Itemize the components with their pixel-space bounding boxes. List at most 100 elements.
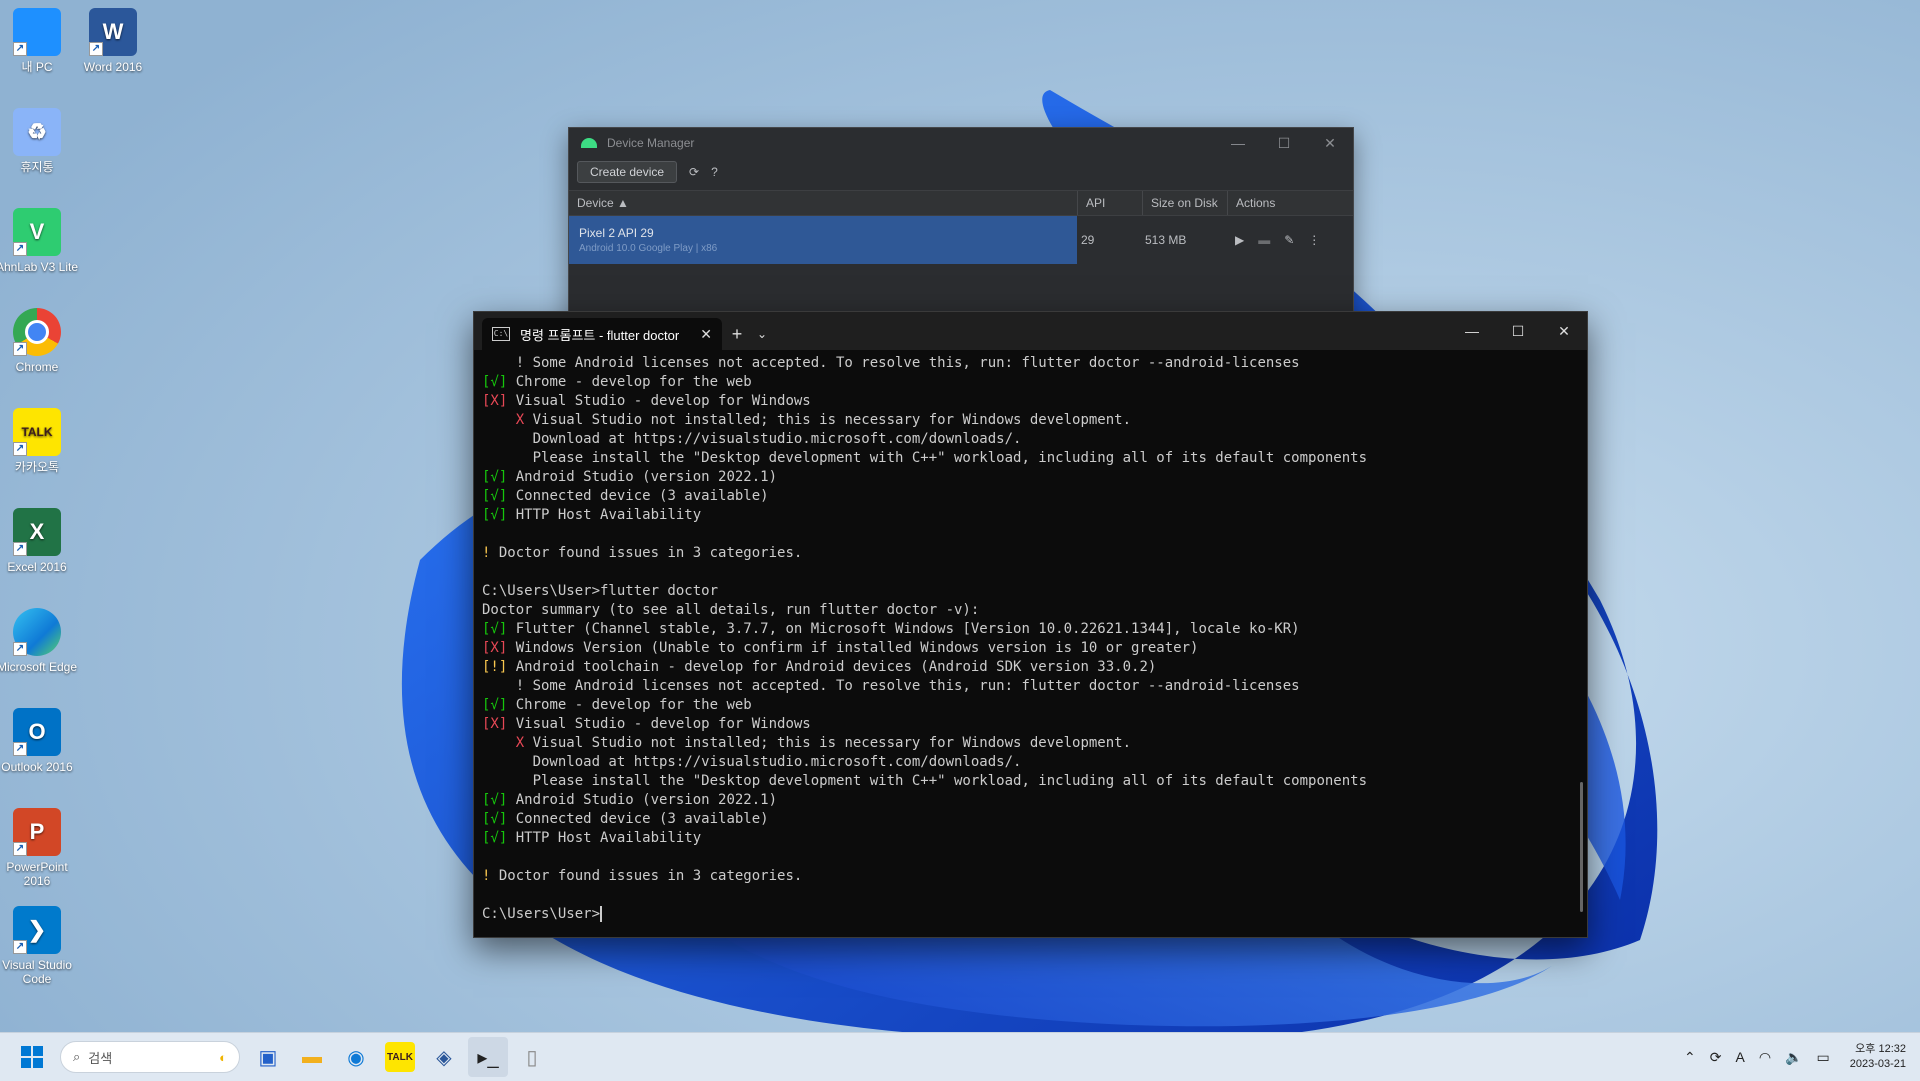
terminal-prompt-line[interactable]: C:\Users\User> — [482, 905, 1579, 924]
terminal-segment: [X] — [482, 393, 508, 409]
device-manager-titlebar[interactable]: Device Manager — ☐ ✕ — [569, 128, 1353, 158]
search-placeholder: 검색 — [88, 1050, 113, 1066]
battery-icon[interactable]: ▭ — [1816, 1049, 1829, 1066]
cmd-icon: C:\ — [492, 327, 510, 341]
kakaotalk-icon[interactable]: TALK — [385, 1042, 415, 1072]
store-icon[interactable]: ▣ — [248, 1037, 288, 1077]
device-table-header: Device ▲ API Size on Disk Actions — [569, 190, 1353, 216]
desktop-icon-word[interactable]: W ↗ Word 2016 — [68, 8, 158, 74]
desktop-icon-label: Visual Studio Code — [2, 958, 72, 986]
desktop-icon-label: AhnLab V3 Lite — [0, 260, 79, 274]
desktop-icon-kakaotalk[interactable]: TALK ↗ 카카오톡 — [0, 408, 82, 474]
system-tray: ⌃ ⟳ A ◠ 🔈 ▭ 오후 12:32 2023-03-21 — [1684, 1042, 1920, 1072]
word-taskbar-icon[interactable]: ◈ — [424, 1037, 464, 1077]
terminal-line: ! Some Android licenses not accepted. To… — [482, 677, 1579, 696]
refresh-icon[interactable]: ⟳ — [689, 165, 699, 179]
chevron-up-icon[interactable]: ⌃ — [1684, 1049, 1696, 1066]
file-explorer-icon[interactable]: ▬ — [292, 1037, 332, 1077]
terminal-segment: Doctor found issues in 3 categories. — [490, 545, 803, 561]
desktop-icon-label: Microsoft Edge — [0, 660, 78, 674]
column-size[interactable]: Size on Disk — [1143, 191, 1228, 215]
terminal-segment: [√] — [482, 621, 508, 637]
terminal-line: C:\Users\User>flutter doctor — [482, 582, 1579, 601]
tab-close-icon[interactable]: ✕ — [700, 326, 712, 343]
column-device[interactable]: Device ▲ — [569, 191, 1078, 215]
edit-icon[interactable]: ✎ — [1284, 233, 1294, 247]
desktop-icon-recycle-bin[interactable]: ♻ 휴지통 — [0, 108, 82, 174]
terminal-segment: Download at https://visualstudio.microso… — [482, 754, 1022, 770]
wifi-icon[interactable]: ◠ — [1759, 1049, 1771, 1066]
terminal-segment: Visual Studio - develop for Windows — [507, 716, 811, 732]
terminal-tabbar[interactable]: C:\ 명령 프롬프트 - flutter doctor ✕ + ⌄ — ☐ ✕ — [474, 312, 1587, 350]
terminal-segment: [√] — [482, 469, 508, 485]
terminal-segment: Please install the "Desktop development … — [482, 773, 1368, 789]
sync-icon[interactable]: ⟳ — [1710, 1049, 1722, 1066]
terminal-segment: [√] — [482, 374, 508, 390]
notepad-icon[interactable]: ▯ — [512, 1037, 552, 1077]
terminal-segment: [√] — [482, 792, 508, 808]
excel-icon: X ↗ — [13, 508, 61, 556]
terminal-line: [X] Visual Studio - develop for Windows — [482, 715, 1579, 734]
terminal-segment — [482, 735, 516, 751]
windows-start-icon[interactable] — [12, 1037, 52, 1077]
desktop-icon-powerpoint[interactable]: P ↗ PowerPoint 2016 — [0, 808, 82, 888]
terminal-segment: Visual Studio - develop for Windows — [507, 393, 811, 409]
terminal-tab[interactable]: C:\ 명령 프롬프트 - flutter doctor ✕ — [482, 318, 722, 350]
terminal-segment: ! Some Android licenses not accepted. To… — [482, 355, 1300, 371]
terminal-segment: Visual Studio not installed; this is nec… — [524, 735, 1132, 751]
device-cell[interactable]: Pixel 2 API 29 Android 10.0 Google Play … — [569, 216, 1077, 264]
ime-indicator[interactable]: A — [1735, 1049, 1744, 1065]
terminal-segment: [√] — [482, 507, 508, 523]
terminal-line: Download at https://visualstudio.microso… — [482, 430, 1579, 449]
terminal-icon[interactable]: ▸_ — [468, 1037, 508, 1077]
terminal-line: Please install the "Desktop development … — [482, 449, 1579, 468]
maximize-icon[interactable]: ☐ — [1495, 323, 1541, 340]
device-name: Pixel 2 API 29 — [579, 226, 654, 240]
terminal-line: [√] Android Studio (version 2022.1) — [482, 791, 1579, 810]
close-icon[interactable]: ✕ — [1307, 135, 1353, 152]
table-row[interactable]: Pixel 2 API 29 Android 10.0 Google Play … — [569, 216, 1353, 264]
desktop-icon-label: 휴지통 — [20, 160, 54, 174]
desktop-icon-ahnlab[interactable]: V ↗ AhnLab V3 Lite — [0, 208, 82, 274]
help-icon[interactable]: ? — [711, 165, 718, 179]
desktop-icon-vscode[interactable]: ❯ ↗ Visual Studio Code — [0, 906, 82, 986]
desktop-icon-outlook[interactable]: O ↗ Outlook 2016 — [0, 708, 82, 774]
terminal-line: [X] Visual Studio - develop for Windows — [482, 392, 1579, 411]
desktop-icon-edge[interactable]: ↗ Microsoft Edge — [0, 608, 82, 674]
minimize-icon[interactable]: — — [1215, 135, 1261, 152]
folder-icon[interactable]: ▬ — [1258, 233, 1270, 247]
terminal-segment — [482, 412, 516, 428]
close-icon[interactable]: ✕ — [1541, 323, 1587, 340]
edge-icon[interactable]: ◉ — [336, 1037, 376, 1077]
terminal-line: [√] Connected device (3 available) — [482, 487, 1579, 506]
desktop-icon-chrome[interactable]: ↗ Chrome — [0, 308, 82, 374]
terminal-line: [√] Flutter (Channel stable, 3.7.7, on M… — [482, 620, 1579, 639]
play-icon[interactable]: ▶ — [1235, 233, 1244, 247]
minimize-icon[interactable]: — — [1449, 323, 1495, 339]
terminal-window: C:\ 명령 프롬프트 - flutter doctor ✕ + ⌄ — ☐ ✕… — [473, 311, 1588, 938]
column-api[interactable]: API — [1078, 191, 1143, 215]
terminal-line: [√] HTTP Host Availability — [482, 506, 1579, 525]
chevron-down-icon[interactable]: ⌄ — [752, 318, 772, 350]
terminal-line: Doctor summary (to see all details, run … — [482, 601, 1579, 620]
terminal-scrollbar[interactable] — [1580, 782, 1583, 912]
terminal-segment: [!] — [482, 659, 508, 675]
terminal-segment: Flutter (Channel stable, 3.7.7, on Micro… — [507, 621, 1300, 637]
clock[interactable]: 오후 12:32 2023-03-21 — [1850, 1042, 1906, 1072]
create-device-button[interactable]: Create device — [577, 161, 678, 183]
terminal-segment: Android Studio (version 2022.1) — [507, 792, 778, 808]
more-icon[interactable]: ⋮ — [1308, 233, 1320, 247]
new-tab-icon[interactable]: + — [722, 318, 752, 350]
search-input[interactable]: ⌕ 검색 ◐ — [60, 1041, 240, 1073]
desktop-icon-excel[interactable]: X ↗ Excel 2016 — [0, 508, 82, 574]
terminal-segment: Connected device (3 available) — [507, 488, 769, 504]
kakaotalk-icon: TALK ↗ — [13, 408, 61, 456]
terminal-line: ! Doctor found issues in 3 categories. — [482, 544, 1579, 563]
terminal-segment: Android Studio (version 2022.1) — [507, 469, 778, 485]
maximize-icon[interactable]: ☐ — [1261, 135, 1307, 152]
terminal-output[interactable]: ! Some Android licenses not accepted. To… — [474, 350, 1587, 928]
device-subtitle: Android 10.0 Google Play | x86 — [579, 243, 718, 254]
terminal-segment: Windows Version (Unable to confirm if in… — [507, 640, 1199, 656]
terminal-segment: HTTP Host Availability — [507, 507, 702, 523]
volume-icon[interactable]: 🔈 — [1785, 1049, 1802, 1066]
